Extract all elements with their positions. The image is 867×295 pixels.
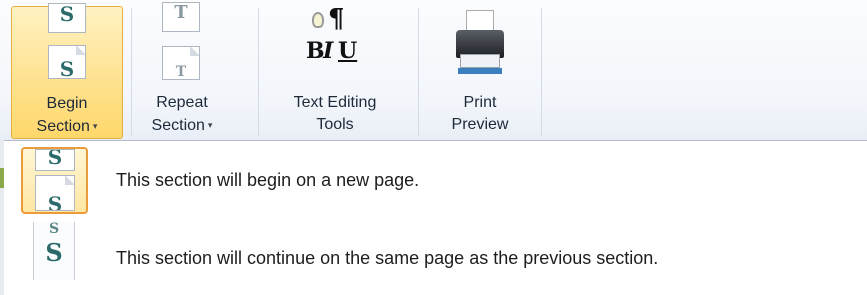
same-page-section-icon: S S [21, 222, 88, 289]
text-editing-tools-label-line2: Tools [316, 116, 354, 133]
print-preview-label-line2: Preview [451, 116, 509, 133]
italic-icon: I [323, 38, 334, 64]
separator [418, 8, 419, 136]
text-editing-tools-icon: ¶ B I U [306, 4, 366, 80]
begin-section-icon: S S [48, 3, 88, 87]
begin-section-label-line2: Section [36, 118, 90, 135]
underline-icon: U [338, 38, 358, 64]
ribbon: S S Begin Section▾ T T Repeat Section▾ [0, 0, 867, 141]
repeat-section-button[interactable]: T T Repeat Section ▾ [134, 2, 230, 139]
print-preview-button[interactable]: Print Preview [424, 6, 536, 139]
repeat-section-label-line1: Repeat [156, 94, 208, 111]
print-preview-label-line1: Print [463, 94, 497, 111]
pilcrow-icon: ¶ [328, 4, 345, 34]
new-page-section-icon: S S [21, 147, 88, 214]
menu-item-new-page[interactable]: S S This section will begin on a new pag… [0, 146, 867, 218]
separator [541, 8, 542, 136]
chevron-down-icon: ▾ [207, 120, 213, 130]
repeat-section-icon: T T [162, 2, 202, 86]
separator [258, 8, 259, 136]
separator [131, 8, 132, 136]
text-editing-tools-label-line1: Text Editing [293, 94, 377, 111]
text-editing-tools-button[interactable]: ¶ B I U Text Editing Tools [262, 6, 408, 139]
begin-section-label-line1: Begin [46, 95, 88, 112]
chevron-down-icon: ▾ [92, 121, 98, 131]
begin-section-button[interactable]: S S Begin Section ▾ [11, 3, 123, 139]
repeat-section-label-line2: Section [151, 117, 205, 134]
menu-item-new-page-label: This section will begin on a new page. [116, 170, 420, 190]
printer-icon [454, 10, 506, 82]
menu-item-same-page[interactable]: S S This section will continue on the sa… [0, 222, 867, 292]
lightbulb-icon [312, 12, 324, 28]
menu-item-same-page-label: This section will continue on the same p… [116, 248, 659, 268]
bold-icon: B [306, 38, 325, 64]
